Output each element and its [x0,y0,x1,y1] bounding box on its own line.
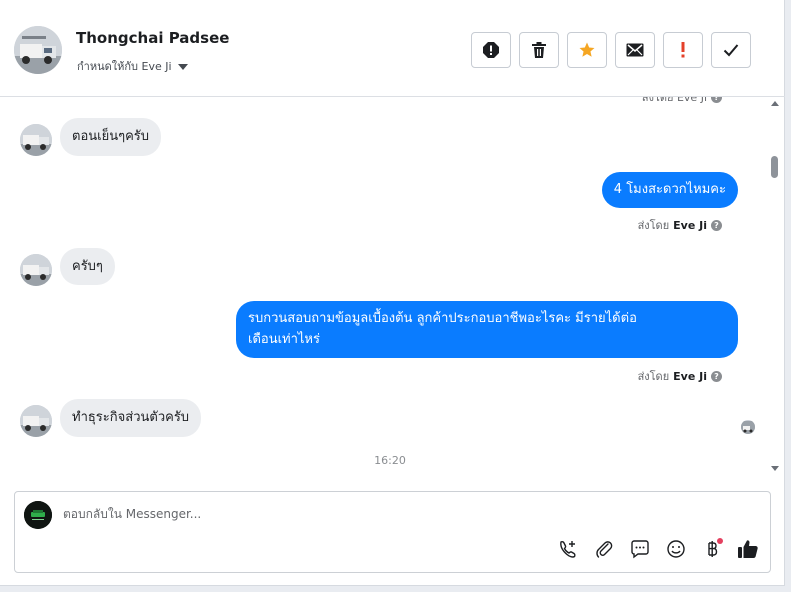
header-actions [471,32,751,68]
star-icon [579,42,595,57]
notification-dot [717,538,723,544]
reply-composer [14,491,771,573]
attachment-icon [596,541,613,558]
assign-label: กำหนดให้กับ Eve Ji [77,60,172,73]
saved-reply-button[interactable] [629,538,651,560]
window-edge-bottom [0,586,791,592]
reply-input[interactable] [63,503,563,525]
incoming-message[interactable]: ตอนเย็นๆครับ [60,118,161,156]
saved-reply-icon [631,540,649,559]
incoming-message[interactable]: ทำธุระกิจส่วนตัวครับ [60,399,202,437]
follow-up-button[interactable] [663,32,703,68]
contact-message-avatar[interactable] [20,254,52,286]
mark-spam-icon [483,42,499,58]
emoji-button[interactable] [665,538,687,560]
mark-spam-button[interactable] [471,32,511,68]
conversation-header: Thongchai Padsee กำหนดให้กับ Eve Ji [0,0,785,97]
incoming-message[interactable]: ครับๆ [60,248,115,285]
contact-avatar[interactable] [14,26,62,74]
contact-message-avatar[interactable] [20,405,52,437]
call-button[interactable] [557,538,579,560]
message-scrollbar[interactable] [768,97,782,473]
mark-done-icon [723,44,739,57]
phone-add-icon [560,541,576,558]
timestamp-separator: 16:20 [374,454,406,467]
star-button[interactable] [567,32,607,68]
emoji-icon [667,540,685,558]
info-icon[interactable]: ? [711,97,722,103]
contact-message-avatar[interactable] [20,124,52,156]
mark-done-button[interactable] [711,32,751,68]
mark-unread-button[interactable] [615,32,655,68]
sent-by-label: ส่งโดย Eve Ji ? [638,367,722,385]
outgoing-message[interactable]: 4 โมงสะดวกไหมคะ [601,172,738,208]
page-avatar [24,501,52,529]
info-icon[interactable]: ? [711,370,722,382]
payment-button[interactable] [701,538,723,560]
mark-unread-icon [626,43,644,57]
attach-button[interactable] [593,538,615,560]
sent-by-label: ส่งโดย Eve Ji ? [638,216,722,234]
delete-icon [532,42,546,58]
window-edge [785,0,791,592]
scroll-down-icon[interactable] [771,466,779,471]
delete-button[interactable] [519,32,559,68]
thumbs-up-icon [738,540,758,558]
assign-dropdown[interactable]: กำหนดให้กับ Eve Ji [77,57,188,75]
follow-up-icon [681,42,685,58]
contact-name[interactable]: Thongchai Padsee [76,29,229,47]
info-icon[interactable]: ? [711,219,722,231]
scrollbar-thumb[interactable] [771,156,778,178]
message-list[interactable]: ส่งโดย Eve Ji ? ตอนเย็นๆครับ 4 โมงสะดวกไ… [0,97,770,473]
like-button[interactable] [737,538,759,560]
seen-indicator-avatar [741,420,755,434]
composer-tools [557,538,759,560]
scroll-up-icon[interactable] [771,101,779,106]
conversation-panel: Thongchai Padsee กำหนดให้กับ Eve Ji ส่งโ… [0,0,785,586]
sent-by-clipped: ส่งโดย Eve Ji ? [642,97,722,106]
outgoing-message[interactable]: รบกวนสอบถามข้อมูลเบื้องต้น ลูกค้าประกอบอ… [236,301,738,358]
chevron-down-icon [177,63,188,70]
